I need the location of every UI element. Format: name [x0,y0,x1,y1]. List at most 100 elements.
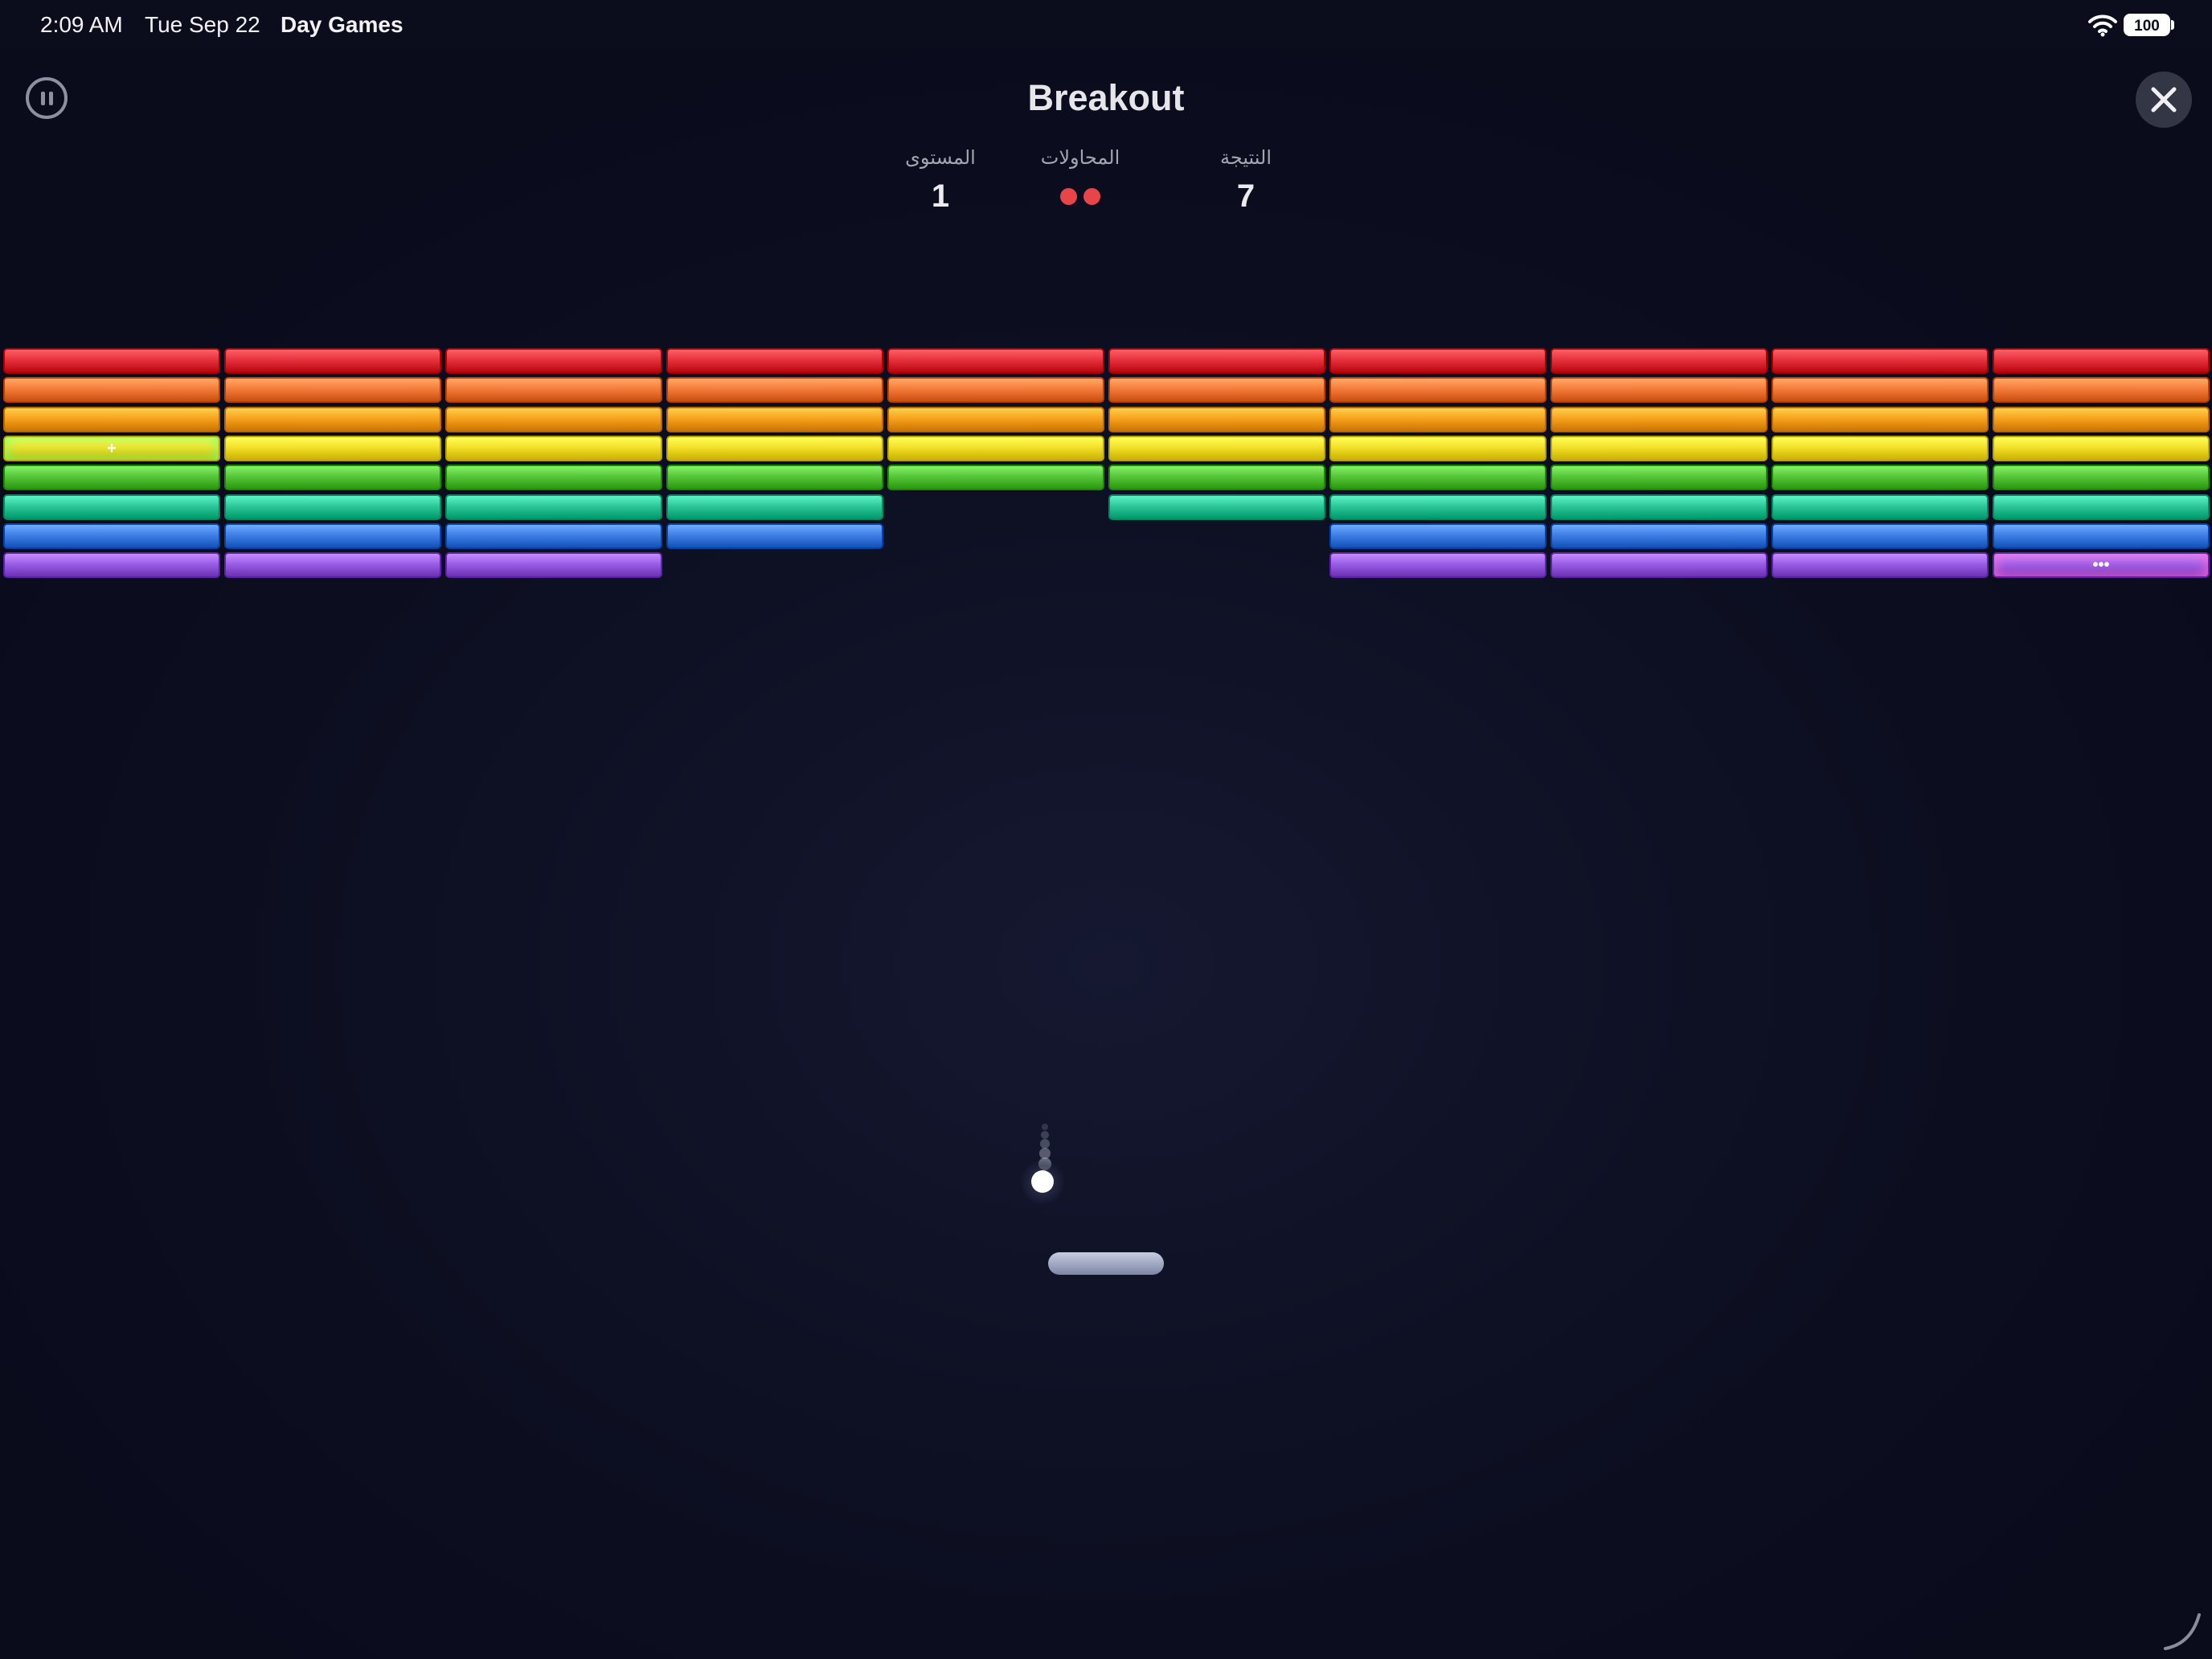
brick [1993,348,2210,374]
brick [887,348,1104,374]
status-time: 2:09 AM [40,12,123,37]
brick [445,494,662,520]
brick [1329,465,1546,490]
brick [1329,436,1546,461]
brick [1550,494,1768,520]
brick [445,348,662,374]
brick [224,523,441,549]
brick [1550,523,1768,549]
brick [1550,436,1768,461]
score-label: النتيجة [1219,147,1272,169]
brick [666,494,883,520]
brick [1329,552,1546,578]
pause-icon [41,92,45,105]
brick [224,436,441,461]
brick [666,465,883,490]
brick [1108,436,1325,461]
brick [224,377,441,403]
pause-button[interactable] [26,77,68,119]
powerup-symbol: ••• [2092,556,2110,574]
battery-icon: 100 [2124,14,2170,36]
powerup-brick: ••• [1993,552,2210,578]
attempts-stat: المحاولات [992,146,1169,205]
brick [445,436,662,461]
brick [1108,494,1325,520]
brick [1550,407,1768,432]
brick [1550,348,1768,374]
attempts-label: المحاولات [1040,147,1120,169]
brick [224,465,441,490]
powerup-symbol: + [107,440,117,457]
brick [887,436,1104,461]
brick [1772,348,1989,374]
brick [1329,523,1546,549]
brick [1993,377,2210,403]
brick [1993,436,2210,461]
status-app-name: Day Games [281,12,403,37]
brick [1772,377,1989,403]
brick [1550,377,1768,403]
brick [224,552,441,578]
brick [1772,523,1989,549]
close-icon [2151,87,2177,113]
brick-wall: + ••• [0,0,2212,1659]
brick [224,348,441,374]
brick [1108,377,1325,403]
life-dot [1060,188,1077,205]
life-dot [1083,188,1100,205]
battery-tip [2171,20,2174,30]
status-date: Tue Sep 22 [145,12,260,37]
brick [887,465,1104,490]
brick [1329,377,1546,403]
brick [3,377,220,403]
brick [445,407,662,432]
brick [1993,465,2210,490]
brick [1772,552,1989,578]
brick [445,552,662,578]
brick [3,465,220,490]
brick [1329,348,1546,374]
brick [1329,407,1546,432]
brick [1772,436,1989,461]
brick [666,377,883,403]
brick [224,494,441,520]
lives-indicator [992,188,1169,205]
brick [887,407,1104,432]
close-button[interactable] [2136,72,2192,128]
resize-grip-icon [2164,1613,2201,1650]
score-stat: النتيجة 7 [1157,146,1334,215]
powerup-brick: + [3,436,220,461]
brick [1108,348,1325,374]
brick [1772,407,1989,432]
brick [1108,465,1325,490]
brick [1993,494,2210,520]
brick [445,377,662,403]
brick [666,523,883,549]
status-bar: 2:09 AM Tue Sep 22 Day Games 100 [0,0,2212,50]
brick [887,377,1104,403]
brick [224,407,441,432]
brick [3,552,220,578]
brick [1550,465,1768,490]
brick [1772,494,1989,520]
wifi-icon [2088,14,2117,37]
brick [666,407,883,432]
brick [3,523,220,549]
pause-icon-bar [49,92,53,105]
brick [3,407,220,432]
brick [3,348,220,374]
brick [1993,523,2210,549]
brick [666,436,883,461]
brick [445,465,662,490]
page-title: Breakout [1027,77,1185,118]
brick [1993,407,2210,432]
ball [1031,1170,1054,1193]
paddle[interactable] [1048,1252,1164,1275]
brick [666,348,883,374]
brick [1550,552,1768,578]
brick [1772,465,1989,490]
brick [445,523,662,549]
score-value: 7 [1236,178,1256,214]
brick [3,494,220,520]
brick [1329,494,1546,520]
